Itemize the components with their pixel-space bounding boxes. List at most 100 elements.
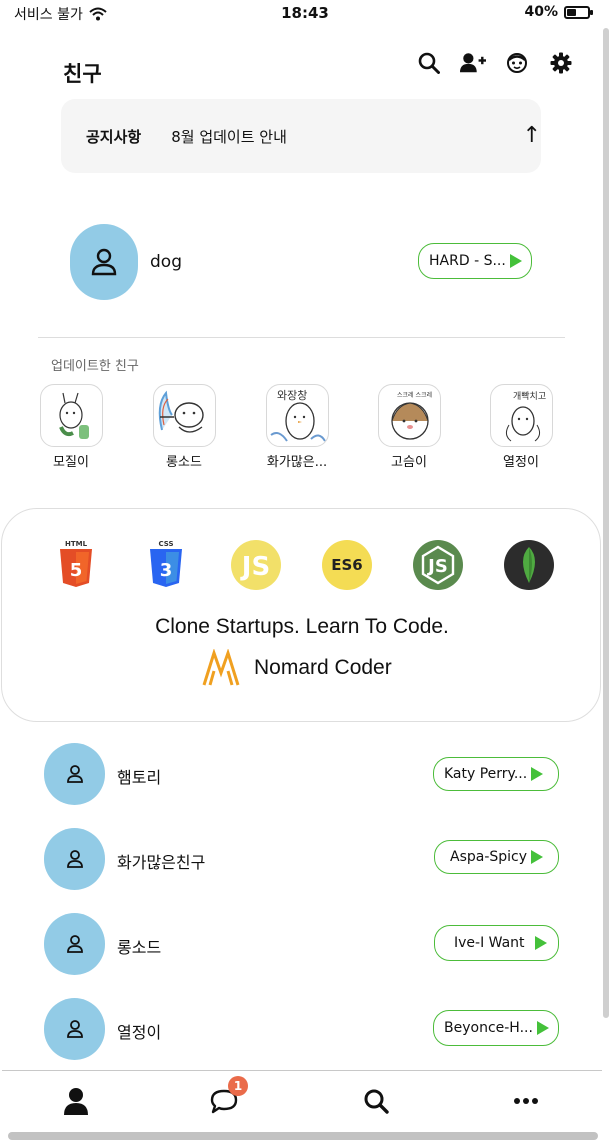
person-icon — [64, 1088, 88, 1115]
css3-icon: CSS 3 — [144, 539, 196, 591]
music-pill[interactable]: Katy Perry... — [433, 757, 559, 791]
face-icon[interactable] — [504, 50, 530, 76]
friend-thumbnail[interactable] — [39, 384, 103, 447]
music-title: HARD - S... — [429, 253, 506, 269]
ad-brand: Nomard Coder — [202, 649, 392, 687]
status-time: 18:43 — [281, 4, 329, 22]
friend-name: 롱소드 — [117, 938, 162, 957]
notice-banner[interactable]: 공지사항 8월 업데이트 안내 ↑ — [61, 99, 541, 173]
svg-text:3: 3 — [160, 560, 173, 581]
updated-friend-item[interactable]: 롱소드 — [143, 384, 225, 470]
avatar[interactable] — [44, 913, 105, 975]
nodejs-icon: JS — [412, 539, 464, 591]
play-icon — [531, 767, 544, 781]
tab-chat[interactable]: 1 — [206, 1076, 248, 1119]
notice-text: 8월 업데이트 안내 — [171, 127, 287, 146]
html5-icon: HTML 5 — [54, 539, 106, 591]
tab-bar: 1 — [2, 1070, 602, 1129]
add-friend-icon[interactable] — [460, 50, 486, 76]
music-title: Ive-I Want — [454, 935, 525, 951]
play-icon — [509, 254, 522, 268]
friend-thumbnail[interactable]: 개빡치고 — [489, 384, 553, 447]
es6-label: ES6 — [331, 556, 363, 574]
person-icon — [91, 248, 117, 276]
friend-name: 열정이 — [117, 1023, 162, 1042]
svg-text:5: 5 — [70, 560, 83, 581]
gear-icon[interactable] — [548, 50, 574, 76]
vertical-scrollbar[interactable] — [603, 28, 609, 1018]
friend-thumbnail[interactable]: 와장창 — [265, 384, 329, 447]
friend-row[interactable]: 햄토리 Katy Perry... — [44, 743, 564, 805]
nomad-logo-icon — [202, 649, 240, 686]
javascript-icon: JS — [230, 539, 282, 591]
notice-label: 공지사항 — [86, 127, 142, 146]
ad-brand-name: Nomard Coder — [254, 656, 392, 679]
updated-friends-list: 모질이 롱소드 와장창 화가많은... 스크레 스크레 고슴이 개빡치고 열정이 — [30, 384, 570, 474]
friend-name: 롱소드 — [166, 455, 202, 470]
friend-name: 화가많은... — [266, 455, 328, 470]
avatar[interactable] — [70, 224, 138, 300]
horizontal-scrollbar[interactable] — [8, 1132, 598, 1140]
person-icon — [66, 1020, 83, 1038]
play-icon — [531, 850, 544, 864]
person-icon — [66, 765, 83, 783]
tab-search[interactable] — [358, 1083, 394, 1119]
music-pill[interactable]: Aspa-Spicy — [434, 840, 559, 874]
music-pill[interactable]: HARD - S... — [418, 243, 532, 279]
avatar[interactable] — [44, 828, 105, 890]
music-pill[interactable]: Ive-I Want — [434, 925, 559, 961]
avatar[interactable] — [44, 743, 105, 805]
music-title: Katy Perry... — [444, 766, 528, 782]
mongodb-icon — [503, 539, 555, 591]
unread-badge: 1 — [228, 1076, 248, 1096]
header: 친구 — [0, 40, 610, 90]
music-title: Aspa-Spicy — [450, 849, 528, 865]
music-pill[interactable]: Beyonce-H... — [433, 1010, 559, 1046]
javascript-label: JS — [240, 552, 270, 582]
updated-friend-item[interactable]: 모질이 — [30, 384, 112, 470]
friend-name: 햄토리 — [117, 768, 162, 787]
friend-row[interactable]: 열정이 Beyonce-H... — [44, 998, 564, 1060]
updated-friend-item[interactable]: 와장창 화가많은... — [256, 384, 338, 470]
friend-thumbnail[interactable]: 스크레 스크레 — [377, 384, 441, 447]
svg-text:개빡치고: 개빡치고 — [513, 390, 546, 402]
svg-text:와장창: 와장창 — [277, 389, 307, 402]
tab-more[interactable] — [508, 1083, 544, 1119]
battery-icon — [564, 5, 593, 19]
ad-banner[interactable]: HTML 5 CSS 3 JS ES6 JS Clone Startups. Lea… — [1, 508, 601, 722]
friend-name: 모질이 — [53, 455, 89, 470]
page-title: 친구 — [63, 62, 102, 86]
play-icon — [536, 1021, 549, 1035]
nodejs-label: JS — [426, 556, 448, 577]
more-icon — [514, 1098, 538, 1104]
search-icon — [364, 1089, 389, 1114]
header-actions — [416, 50, 574, 76]
friend-name: 열정이 — [503, 455, 539, 470]
status-right: 40% — [524, 4, 593, 20]
tab-friends[interactable] — [58, 1083, 94, 1119]
svg-text:스크레 스크레: 스크레 스크레 — [397, 391, 432, 399]
divider — [38, 337, 565, 338]
battery-percent: 40% — [524, 4, 558, 20]
search-icon[interactable] — [416, 50, 442, 76]
friend-name: 고슴이 — [391, 455, 427, 470]
my-profile[interactable]: dog HARD - S... — [70, 224, 540, 300]
friend-row[interactable]: 롱소드 Ive-I Want — [44, 913, 564, 975]
updated-friend-item[interactable]: 스크레 스크레 고슴이 — [368, 384, 450, 470]
updated-friend-item[interactable]: 개빡치고 열정이 — [480, 384, 562, 470]
friend-row[interactable]: 화가많은친구 Aspa-Spicy — [44, 828, 564, 890]
battery-fill — [567, 8, 576, 16]
status-bar: 서비스 불가 18:43 40% — [0, 0, 610, 26]
ad-tagline: Clone Startups. Learn To Code. — [155, 615, 449, 638]
music-title: Beyonce-H... — [444, 1020, 533, 1036]
profile-name: dog — [150, 252, 182, 272]
play-icon — [534, 936, 547, 950]
arrow-up-icon[interactable]: ↑ — [523, 123, 541, 148]
css3-label: CSS — [158, 540, 173, 548]
html5-label: HTML — [65, 540, 88, 548]
avatar[interactable] — [44, 998, 105, 1060]
friend-name: 화가많은친구 — [117, 853, 206, 872]
friend-thumbnail[interactable] — [152, 384, 216, 447]
es6-icon: ES6 — [321, 539, 373, 591]
person-icon — [66, 850, 83, 868]
